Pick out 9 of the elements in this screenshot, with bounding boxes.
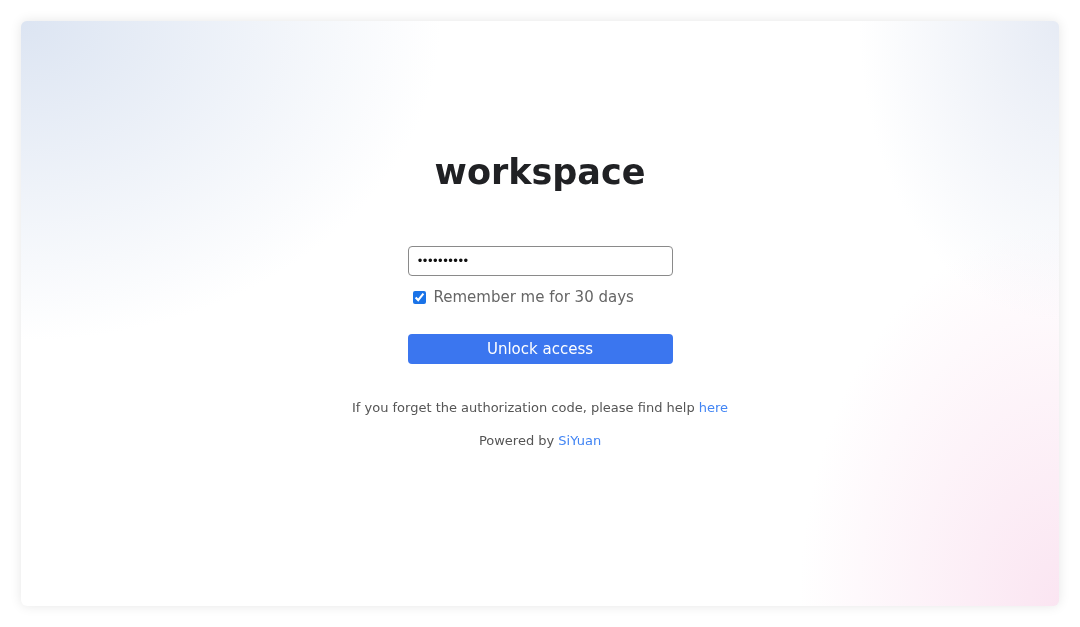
remember-label[interactable]: Remember me for 30 days bbox=[433, 287, 634, 307]
help-link[interactable]: here bbox=[698, 400, 729, 415]
password-field[interactable]: •••••••••• bbox=[407, 246, 673, 276]
siyuan-link[interactable]: SiYuan bbox=[558, 433, 602, 448]
remember-checkbox[interactable] bbox=[412, 290, 426, 304]
workspace-title: workspace bbox=[434, 151, 646, 193]
powered-by-text: Powered by SiYuan bbox=[478, 432, 602, 450]
unlock-button[interactable]: Unlock access bbox=[407, 334, 673, 364]
help-text: If you forget the authorization code, please find help here bbox=[351, 399, 729, 417]
